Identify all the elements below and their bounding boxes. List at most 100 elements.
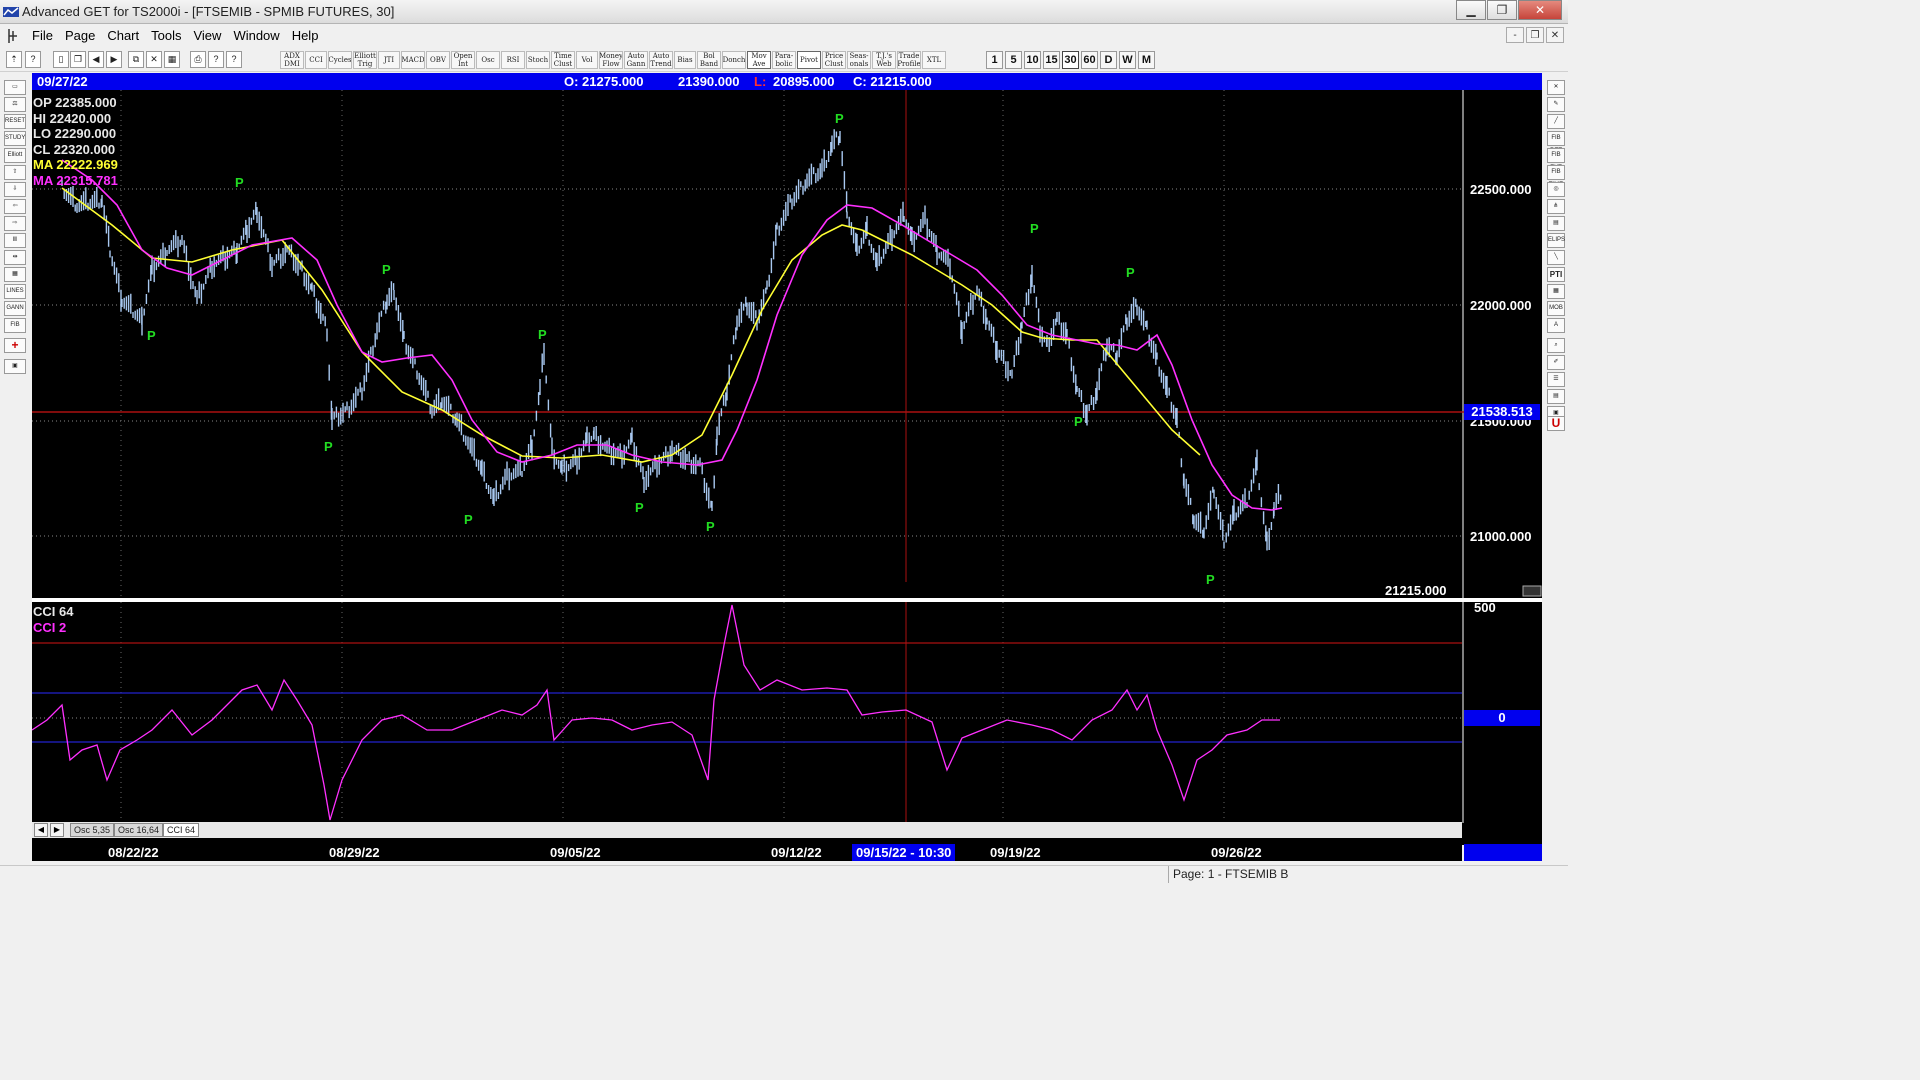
new-page-icon[interactable]: ▯ [53, 51, 69, 68]
study-button-seas-onals[interactable]: Seas-onals [847, 51, 871, 69]
forward-icon[interactable]: ▶ [106, 51, 122, 68]
timeframe-button-w[interactable]: W [1119, 51, 1136, 69]
print-icon[interactable]: ⎙ [190, 51, 206, 68]
context-help-icon[interactable]: ? [226, 51, 242, 68]
open-chart-icon[interactable]: ▭ [4, 80, 26, 95]
study-button-price-clust[interactable]: Price Clust [822, 51, 846, 69]
study-button-macd[interactable]: MACD [401, 51, 425, 69]
study-button-open-int[interactable]: Open Int [451, 51, 475, 69]
document-icon[interactable] [6, 28, 20, 44]
ellipse-icon[interactable]: ELIPS [1547, 233, 1565, 248]
menu-page[interactable]: Page [59, 28, 101, 43]
menu-help[interactable]: Help [286, 28, 325, 43]
gann-icon[interactable]: GANN [4, 301, 26, 316]
pencil-icon[interactable]: ✎ [1547, 97, 1565, 112]
timeframe-button-10[interactable]: 10 [1024, 51, 1041, 69]
chart-area[interactable]: P P P P P P P P P P P P P [32, 90, 1542, 845]
timeframe-button-m[interactable]: M [1138, 51, 1155, 69]
close-button[interactable]: ✕ [1518, 0, 1562, 20]
channel-icon[interactable]: ▤ [1547, 216, 1565, 231]
tab-scroll-right-icon[interactable]: ▶ [50, 823, 64, 837]
tab-scroll-left-icon[interactable]: ◀ [34, 823, 48, 837]
timeframe-button-1[interactable]: 1 [986, 51, 1003, 69]
list-icon[interactable]: ☰ [1547, 372, 1565, 387]
study-button-obv[interactable]: OBV [426, 51, 450, 69]
study-button-bol-band[interactable]: Bol Band [697, 51, 721, 69]
study-button-pivot[interactable]: Pivot [797, 51, 821, 69]
text-tool-icon[interactable]: A [1547, 318, 1565, 333]
study-button-auto-gann[interactable]: Auto Gann [624, 51, 648, 69]
study-button-elliott-trig[interactable]: Elliott Trig [353, 51, 377, 69]
menu-chart[interactable]: Chart [101, 28, 145, 43]
reset-icon[interactable]: RESET [4, 114, 26, 129]
arrow-right-icon[interactable]: ⇨ [4, 216, 26, 231]
menu-view[interactable]: View [187, 28, 227, 43]
close-tool-icon[interactable]: ✕ [1547, 80, 1565, 95]
study-button-bias[interactable]: Bias [674, 51, 696, 69]
study-button-vol[interactable]: Vol [576, 51, 598, 69]
study-button-trade-profile[interactable]: Trade Profile [897, 51, 921, 69]
ray-icon[interactable]: ╲ [1547, 250, 1565, 265]
arrow-left-icon[interactable]: ⇦ [4, 199, 26, 214]
tab-cci-64[interactable]: CCI 64 [163, 823, 200, 837]
study-button-time-clust[interactable]: Time Clust [551, 51, 575, 69]
mob-icon[interactable]: MOB [1547, 301, 1565, 316]
elliott-icon[interactable]: Elliott [4, 148, 26, 163]
fib-time-icon[interactable]: FIB TIME [1547, 165, 1565, 188]
fib-icon[interactable]: FIB [4, 318, 26, 333]
study-button-stoch[interactable]: Stoch [526, 51, 550, 69]
fib-ext-icon[interactable]: FIB EXT [1547, 148, 1565, 171]
circle-icon[interactable]: ◎ [1547, 182, 1565, 197]
bars-icon[interactable]: Ⅲ [4, 233, 26, 248]
tab-osc-5-35[interactable]: Osc 5,35 [70, 823, 115, 837]
info-icon[interactable]: ? [208, 51, 224, 68]
study-button-auto-trend[interactable]: Auto Trend [649, 51, 673, 69]
study-button-t-j-s-web[interactable]: T.J.'s Web [872, 51, 896, 69]
marker-icon[interactable]: ✐ [1547, 355, 1565, 370]
study-button-adx-dmi[interactable]: ADX DMI [280, 51, 304, 69]
maximize-button[interactable]: ❐ [1487, 0, 1517, 20]
trendline-icon[interactable]: ╱ [1547, 114, 1565, 129]
timeframe-button-15[interactable]: 15 [1043, 51, 1060, 69]
back-icon[interactable]: ◀ [88, 51, 104, 68]
study-button-rsi[interactable]: RSI [501, 51, 525, 69]
crosshair-icon[interactable]: + [4, 338, 26, 353]
mdi-minimize-button[interactable]: - [1506, 27, 1524, 43]
timeframe-button-60[interactable]: 60 [1081, 51, 1098, 69]
study-icon[interactable]: STUDY [4, 131, 26, 146]
arrow-up-icon[interactable]: ⇧ [4, 165, 26, 180]
study-button-money-flow[interactable]: Money Flow [599, 51, 623, 69]
menu-tools[interactable]: Tools [145, 28, 187, 43]
box-grid-icon[interactable]: ▦ [1547, 284, 1565, 299]
timeframe-button-5[interactable]: 5 [1005, 51, 1022, 69]
link-icon[interactable]: ⧉ [128, 51, 144, 68]
fan-icon[interactable]: ⋔ [1547, 199, 1565, 214]
help-tool-icon[interactable]: ? [25, 51, 41, 68]
tab-osc-16-64[interactable]: Osc 16,64 [114, 823, 164, 837]
save-icon[interactable]: ▣ [4, 359, 26, 374]
mdi-close-button[interactable]: ✕ [1546, 27, 1564, 43]
minimize-button[interactable]: ▁ [1456, 0, 1486, 20]
table-icon[interactable]: ▤ [1547, 389, 1565, 404]
pointer-tool-icon[interactable]: ⇡ [6, 51, 22, 68]
scales-icon[interactable]: ⚖ [4, 97, 26, 112]
grid-icon[interactable]: ▦ [4, 267, 26, 282]
fib-ret-icon[interactable]: FIB RET [1547, 131, 1565, 154]
copy-page-icon[interactable]: ❐ [70, 51, 86, 68]
study-button-osc[interactable]: Osc [476, 51, 500, 69]
study-button-cycles[interactable]: Cycles [328, 51, 352, 69]
menu-file[interactable]: File [26, 28, 59, 43]
timeframe-button-30[interactable]: 30 [1062, 51, 1079, 69]
study-button-mov-ave[interactable]: Mov Ave [747, 51, 771, 69]
study-button-donch[interactable]: Donch [722, 51, 746, 69]
study-button-xtl[interactable]: XTL [922, 51, 946, 69]
zoom-icon[interactable]: ⌕ [1547, 338, 1565, 353]
cancel-icon[interactable]: ✕ [146, 51, 162, 68]
lines-icon[interactable]: LINES [4, 284, 26, 299]
menu-window[interactable]: Window [227, 28, 285, 43]
price-chart-svg[interactable]: P P P P P P P P P P P P P [32, 90, 1542, 845]
mdi-restore-button[interactable]: ❐ [1526, 27, 1544, 43]
study-button-cci[interactable]: CCI [305, 51, 327, 69]
study-button-jti[interactable]: JTI [378, 51, 400, 69]
arrow-down-icon[interactable]: ⇩ [4, 182, 26, 197]
